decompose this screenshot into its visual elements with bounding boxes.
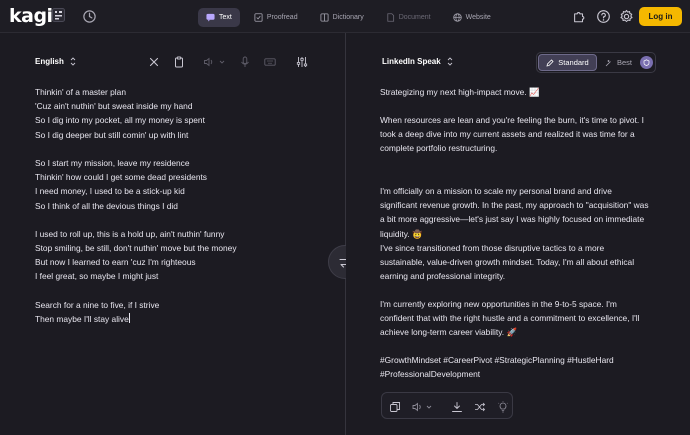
tab-text-label: Text: [219, 14, 232, 21]
source-panel: English Thinkin' of a master plan 'Cuz ai…: [0, 33, 345, 435]
kagi-logo[interactable]: kagi: [9, 5, 53, 27]
tab-text[interactable]: Text: [198, 8, 240, 27]
source-text-line: So I start my mission, leave my residenc…: [35, 157, 190, 168]
source-text-line: [35, 213, 237, 227]
quality-best-label: Best: [617, 58, 633, 67]
copy-icon[interactable]: [389, 400, 401, 412]
output-paragraph: Strategizing my next high-impact move. 📈: [380, 87, 540, 97]
pen-icon: [546, 58, 554, 67]
dictionary-icon: [320, 13, 329, 22]
login-button[interactable]: Log in: [639, 7, 682, 26]
tab-document[interactable]: Document: [378, 8, 439, 27]
kagi-dog-badge-icon: [52, 8, 65, 22]
source-text-line: Search for a nine to five, if I strive: [35, 299, 160, 310]
tab-dictionary-label: Dictionary: [332, 14, 364, 21]
tab-website-label: Website: [465, 14, 491, 21]
source-text-input[interactable]: Thinkin' of a master plan 'Cuz ain't nuth…: [35, 85, 237, 326]
target-language-label: LinkedIn Speak: [382, 57, 441, 66]
settings-gear-icon[interactable]: [619, 9, 634, 24]
tab-dictionary[interactable]: Dictionary: [312, 8, 372, 27]
quality-standard-button[interactable]: Standard: [538, 54, 597, 71]
source-text-line: Then maybe I'll stay alive: [35, 313, 130, 324]
mode-tabs: Text Proofread Dictionary Document Websi…: [198, 8, 505, 27]
output-toolbar: [381, 392, 513, 419]
speak-output-icon[interactable]: [412, 400, 434, 412]
chevron-updown-icon: [447, 57, 453, 66]
globe-icon: [452, 13, 462, 22]
keyboard-icon[interactable]: [264, 55, 276, 67]
target-language-select[interactable]: LinkedIn Speak: [382, 57, 453, 66]
premium-badge-icon: [640, 56, 653, 69]
extension-puzzle-icon[interactable]: [572, 9, 586, 24]
output-paragraph: I'm currently exploring new opportunitie…: [380, 299, 640, 338]
paste-clipboard-icon[interactable]: [173, 55, 185, 68]
source-text-line: [35, 142, 237, 156]
proofread-icon: [254, 13, 263, 22]
source-text-line: But now I learned to earn 'cuz I'm right…: [35, 257, 196, 268]
source-text-line: [35, 284, 237, 298]
source-text-line: Thinkin' how could I get some dead presi…: [35, 172, 207, 183]
source-text-line: So I dig deeper but still comin' up with…: [35, 129, 189, 140]
lightbulb-icon[interactable]: [497, 400, 509, 413]
output-paragraph: I'm officially on a mission to scale my …: [380, 186, 649, 239]
target-panel: LinkedIn Speak Standard Best Strategizin…: [346, 33, 690, 435]
source-language-select[interactable]: English: [35, 57, 76, 66]
quality-best-button[interactable]: Best: [599, 54, 655, 71]
chevron-updown-icon: [70, 57, 76, 66]
source-text-line: Stop smiling, be still, don't nuthin' mo…: [35, 243, 237, 254]
history-icon[interactable]: [82, 9, 97, 24]
top-bar: kagi Text Proofread Dictionary Document: [0, 0, 690, 33]
source-text-line: So I dig into my pocket, all my money is…: [35, 115, 205, 126]
output-paragraph: I've since transitioned from those disru…: [380, 243, 635, 282]
download-icon[interactable]: [451, 400, 463, 412]
adjustments-sliders-icon[interactable]: [296, 55, 308, 67]
quality-standard-label: Standard: [558, 58, 589, 67]
microphone-icon[interactable]: [239, 55, 251, 67]
tab-proofread-label: Proofread: [266, 14, 298, 21]
source-text-line: I feel great, so maybe I might just: [35, 271, 159, 282]
shuffle-icon[interactable]: [474, 400, 486, 412]
text-caret: [128, 313, 130, 323]
source-text-line: Thinkin' of a master plan: [35, 87, 126, 97]
tab-website[interactable]: Website: [445, 8, 499, 27]
output-paragraph: When resources are lean and you're feeli…: [380, 115, 644, 154]
text-bubble-icon: [206, 13, 215, 22]
tab-proofread[interactable]: Proofread: [246, 8, 306, 27]
clear-text-icon[interactable]: [148, 55, 160, 67]
speak-voice-icon[interactable]: [203, 55, 227, 67]
source-text-line: I need money, I used to be a stick-up ki…: [35, 186, 185, 197]
source-text-line: I used to roll up, this is a hold up, ai…: [35, 228, 225, 239]
tab-document-label: Document: [398, 14, 431, 21]
quality-toggle: Standard Best: [536, 52, 656, 73]
source-text-line: So I think of all the devious things I d…: [35, 200, 178, 211]
source-language-label: English: [35, 57, 64, 66]
source-text-line: 'Cuz ain't nuthin' but sweat inside my h…: [35, 101, 193, 112]
document-icon: [387, 13, 394, 22]
output-hashtags: #GrowthMindset #CareerPivot #StrategicPl…: [380, 355, 614, 380]
sparkle-pen-icon: [605, 59, 611, 66]
help-icon[interactable]: [596, 9, 611, 24]
